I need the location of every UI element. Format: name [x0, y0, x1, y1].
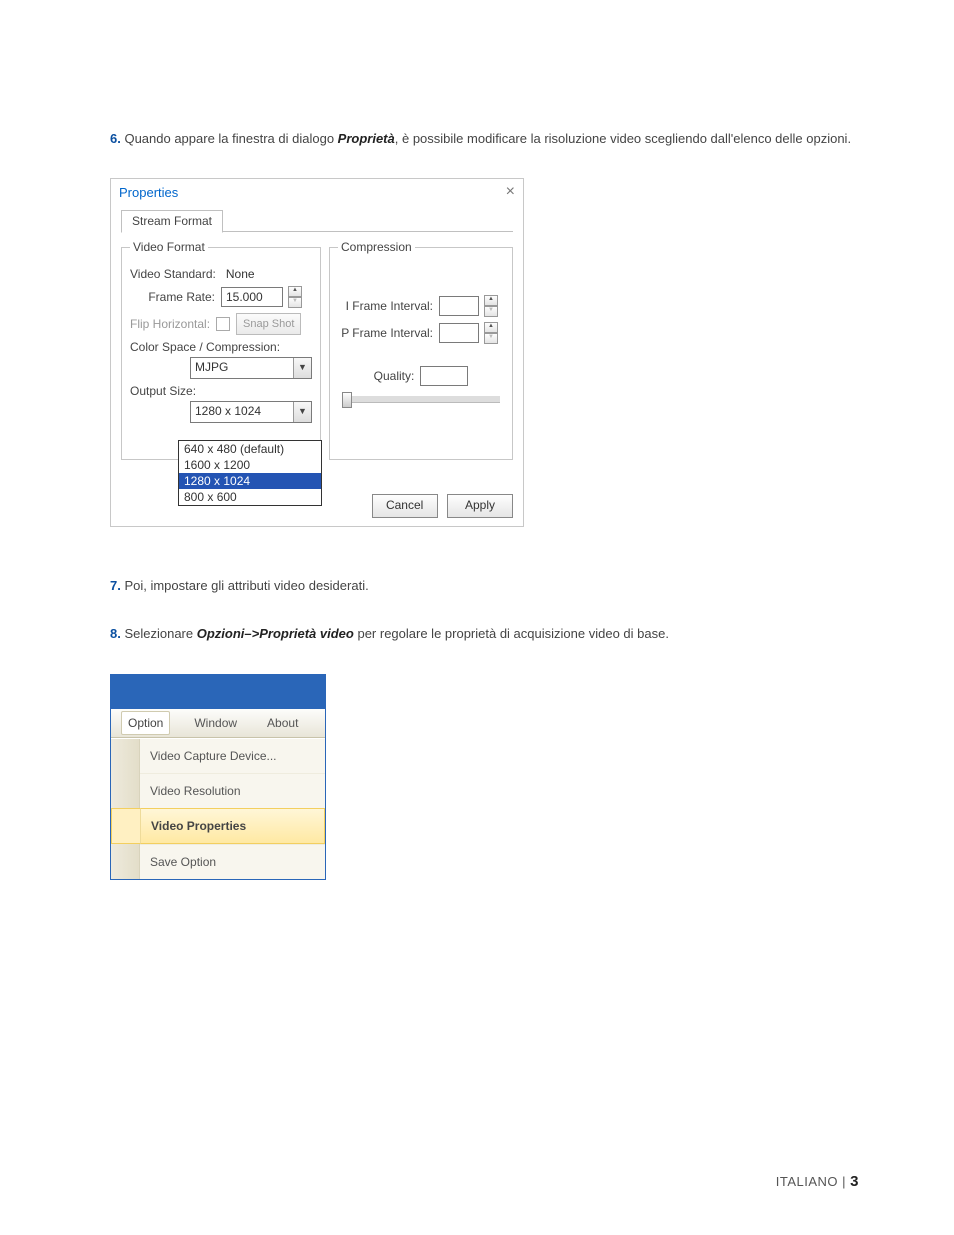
chevron-up-icon[interactable]: ▲ — [288, 286, 302, 297]
step-6-text: 6. Quando appare la finestra di dialogo … — [110, 130, 859, 148]
menu-video-resolution[interactable]: Video Resolution — [140, 773, 325, 808]
menu-gutter — [111, 844, 140, 879]
i-frame-input[interactable] — [439, 296, 479, 316]
option-dropdown: Video Capture Device... Video Resolution… — [111, 738, 325, 879]
i-frame-spinner[interactable]: ▲ ▼ — [484, 295, 498, 317]
chevron-down-icon[interactable]: ▼ — [293, 358, 311, 378]
menu-option[interactable]: Option — [121, 711, 170, 735]
p-frame-label: P Frame Interval: — [338, 326, 433, 340]
menu-bar: Option Window About — [111, 709, 325, 738]
size-option-2[interactable]: 1280 x 1024 — [179, 473, 321, 489]
video-standard-label: Video Standard: — [130, 267, 216, 281]
output-size-value: 1280 x 1024 — [191, 402, 293, 422]
size-option-3[interactable]: 800 x 600 — [179, 489, 321, 505]
menu-about[interactable]: About — [261, 712, 304, 734]
output-size-label: Output Size: — [130, 384, 196, 398]
close-icon[interactable]: × — [506, 184, 515, 200]
menu-window[interactable]: Window — [188, 712, 243, 734]
menu-gutter — [111, 773, 140, 808]
properties-dialog: Properties × Stream Format Video Format … — [110, 178, 524, 527]
chevron-up-icon[interactable]: ▲ — [484, 295, 498, 306]
quality-slider[interactable] — [342, 396, 500, 403]
slider-thumb[interactable] — [342, 392, 352, 408]
group-compression-legend: Compression — [338, 240, 415, 254]
group-video-format-legend: Video Format — [130, 240, 208, 254]
footer-page: 3 — [850, 1173, 859, 1190]
frame-rate-spinner[interactable]: ▲ ▼ — [288, 286, 302, 308]
video-standard-value: None — [226, 267, 255, 281]
color-space-combo[interactable]: MJPG ▼ — [190, 357, 312, 379]
dialog-title: Properties — [119, 185, 178, 200]
size-option-0[interactable]: 640 x 480 (default) — [179, 441, 321, 457]
chevron-down-icon[interactable]: ▼ — [484, 333, 498, 344]
menu-top-band — [111, 675, 325, 709]
step-8-bold: Opzioni–>Proprietà video — [197, 626, 354, 641]
color-space-label: Color Space / Compression: — [130, 340, 280, 354]
tab-strip: Stream Format — [121, 209, 513, 232]
quality-label: Quality: — [374, 369, 415, 383]
quality-input[interactable] — [420, 366, 468, 386]
chevron-down-icon[interactable]: ▼ — [288, 297, 302, 308]
step-7-text: 7. Poi, impostare gli attributi video de… — [110, 577, 859, 595]
step-6-num: 6. — [110, 131, 121, 146]
cancel-button[interactable]: Cancel — [372, 494, 438, 518]
group-video-format: Video Format Video Standard: None Frame … — [121, 240, 321, 460]
menu-gutter-highlight — [111, 808, 141, 844]
snap-shot-button: Snap Shot — [236, 313, 301, 335]
p-frame-input[interactable] — [439, 323, 479, 343]
step-6-bold: Proprietà — [338, 131, 395, 146]
frame-rate-label: Frame Rate: — [130, 290, 215, 304]
option-menu-screenshot: Option Window About Video Capture Device… — [110, 674, 326, 880]
chevron-down-icon[interactable]: ▼ — [293, 402, 311, 422]
size-option-1[interactable]: 1600 x 1200 — [179, 457, 321, 473]
menu-gutter — [111, 739, 140, 773]
footer-lang: ITALIANO — [776, 1174, 838, 1189]
step-8-text: 8. Selezionare Opzioni–>Proprietà video … — [110, 625, 859, 643]
menu-video-properties[interactable]: Video Properties — [141, 808, 325, 844]
group-compression: Compression I Frame Interval: ▲ ▼ P Fram… — [329, 240, 513, 460]
tab-stream-format[interactable]: Stream Format — [121, 210, 223, 233]
output-size-options[interactable]: 640 x 480 (default) 1600 x 1200 1280 x 1… — [178, 440, 322, 506]
step-8-num: 8. — [110, 626, 121, 641]
chevron-down-icon[interactable]: ▼ — [484, 306, 498, 317]
flip-horizontal-checkbox — [216, 317, 230, 331]
chevron-up-icon[interactable]: ▲ — [484, 322, 498, 333]
color-space-value: MJPG — [191, 358, 293, 378]
i-frame-label: I Frame Interval: — [338, 299, 433, 313]
menu-save-option[interactable]: Save Option — [140, 844, 325, 879]
step-7-num: 7. — [110, 578, 121, 593]
apply-button[interactable]: Apply — [447, 494, 513, 518]
flip-horizontal-label: Flip Horizontal: — [130, 317, 210, 331]
frame-rate-input[interactable] — [221, 287, 283, 307]
menu-video-capture[interactable]: Video Capture Device... — [140, 739, 325, 773]
output-size-combo[interactable]: 1280 x 1024 ▼ — [190, 401, 312, 423]
p-frame-spinner[interactable]: ▲ ▼ — [484, 322, 498, 344]
dialog-titlebar: Properties × — [111, 179, 523, 205]
page-footer: ITALIANO | 3 — [776, 1173, 859, 1190]
